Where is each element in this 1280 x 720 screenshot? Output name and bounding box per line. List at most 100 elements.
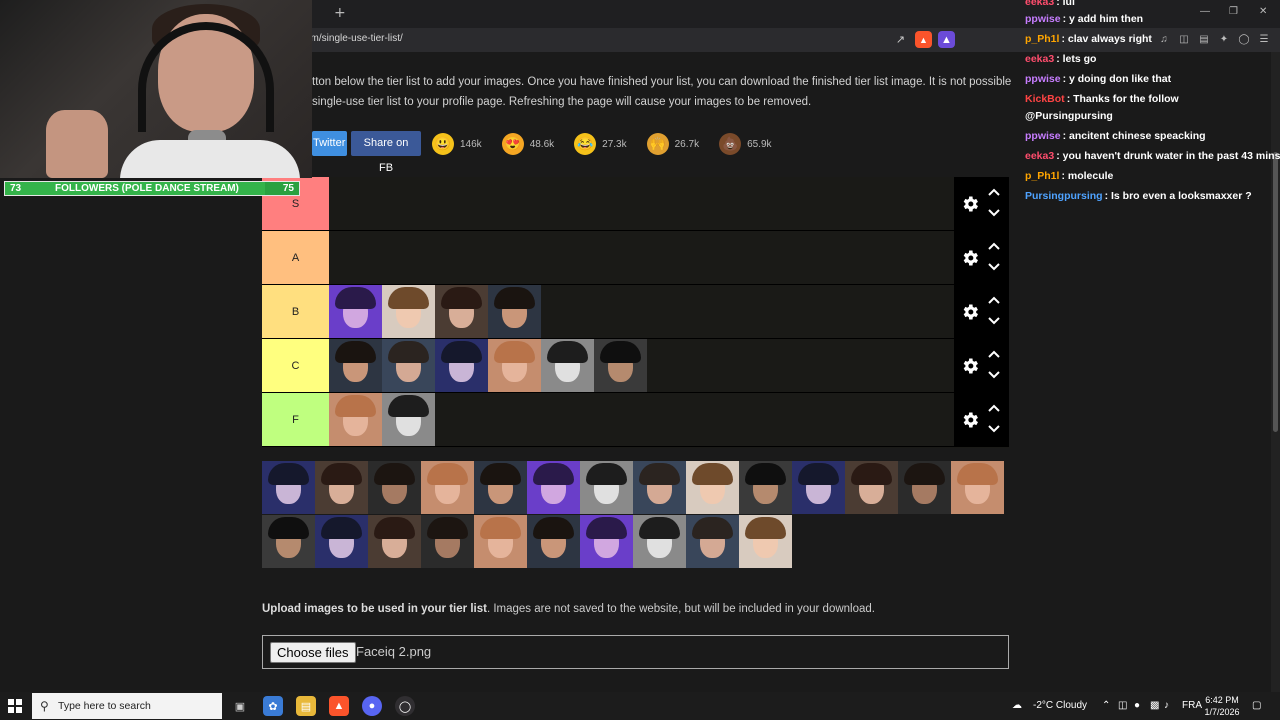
taskbar-clock[interactable]: 6:42 PM 1/7/2026 (1200, 694, 1244, 718)
tier-label[interactable]: C (262, 339, 329, 392)
tier-image[interactable] (527, 515, 580, 568)
gear-icon[interactable] (960, 410, 980, 430)
gear-icon[interactable] (960, 194, 980, 214)
tier-label[interactable]: F (262, 393, 329, 446)
chevron-down-icon[interactable] (987, 370, 1001, 380)
tier-image[interactable] (262, 515, 315, 568)
tier-image[interactable] (474, 461, 527, 514)
tier-image[interactable] (845, 461, 898, 514)
new-tab-button[interactable]: + (334, 5, 346, 21)
task-view-icon[interactable]: ▣ (230, 696, 250, 716)
chat-text: : you haven't drunk water in the past 43… (1056, 150, 1280, 162)
tier-image[interactable] (527, 461, 580, 514)
file-upload-field[interactable]: Choose files Faceiq 2.png (262, 635, 1009, 669)
network-icon[interactable]: ◫ (1118, 700, 1127, 711)
wifi-icon[interactable]: ▩ (1150, 700, 1159, 711)
tier-image[interactable] (686, 515, 739, 568)
tier-image[interactable] (435, 285, 488, 338)
tier-image[interactable] (898, 461, 951, 514)
webcam-person-shirt (120, 140, 300, 178)
chat-text: : Thanks for the follow (1066, 93, 1179, 105)
weather-icon[interactable]: ☁ (1012, 700, 1022, 711)
windows-start-icon[interactable] (8, 699, 22, 713)
gear-icon[interactable] (960, 248, 980, 268)
tier-image[interactable] (382, 339, 435, 392)
reaction-button[interactable]: 🙌 26.7k (646, 133, 699, 155)
weather-text[interactable]: -2°C Cloudy (1033, 700, 1087, 711)
chevron-down-icon[interactable] (987, 208, 1001, 218)
tier-image[interactable] (633, 515, 686, 568)
mic-tray-icon[interactable]: ● (1134, 700, 1140, 711)
tier-image[interactable] (739, 515, 792, 568)
brave-browser-icon[interactable]: ▲ (329, 696, 349, 716)
choose-files-button[interactable]: Choose files (270, 642, 356, 663)
chevron-up-icon[interactable] (987, 187, 1001, 197)
chevron-down-icon[interactable] (987, 262, 1001, 272)
volume-icon[interactable]: ♪ (1164, 700, 1169, 711)
tier-image[interactable] (488, 285, 541, 338)
chat-text: : y doing don like that (1062, 73, 1172, 85)
address-bar-icons: ↗ ▲ ▲ (892, 31, 955, 48)
tier-image[interactable] (421, 461, 474, 514)
taskbar-search[interactable]: ⚲ Type here to search (32, 693, 222, 719)
tier-image[interactable] (435, 339, 488, 392)
brave-shield-icon[interactable]: ▲ (915, 31, 932, 48)
tier-image[interactable] (739, 461, 792, 514)
tier-image[interactable] (488, 339, 541, 392)
share-twitter-button[interactable]: Twitter (312, 131, 347, 156)
tray-expand-icon[interactable]: ⌃ (1102, 700, 1110, 711)
reaction-button[interactable]: 😍 48.6k (501, 133, 554, 155)
reaction-button[interactable]: 💩 65.9k (719, 133, 772, 155)
chevron-down-icon[interactable] (987, 316, 1001, 326)
share-icon[interactable]: ↗ (892, 31, 909, 48)
tier-image[interactable] (421, 515, 474, 568)
tier-image[interactable] (580, 515, 633, 568)
chevron-up-icon[interactable] (987, 295, 1001, 305)
tier-image[interactable] (580, 461, 633, 514)
tier-image[interactable] (594, 339, 647, 392)
gear-icon[interactable] (960, 356, 980, 376)
tier-image[interactable] (382, 393, 435, 446)
url-text[interactable]: om/single-use-tier-list/ (305, 33, 403, 44)
chat-text: : y add him then (1062, 13, 1144, 25)
chat-text: : clav always right (1061, 33, 1152, 45)
tier-image[interactable] (633, 461, 686, 514)
chat-text: : lul (1056, 0, 1075, 8)
chat-username: ppwise (1025, 73, 1061, 85)
tier-label[interactable]: B (262, 285, 329, 338)
language-indicator[interactable]: FRA (1182, 700, 1202, 711)
tier-image[interactable] (951, 461, 1004, 514)
chevron-up-icon[interactable] (987, 403, 1001, 413)
tier-image[interactable] (541, 339, 594, 392)
chat-message: eeka3: you haven't drunk water in the pa… (1025, 148, 1280, 164)
reaction-button[interactable]: 😃 146k (432, 133, 482, 155)
share-facebook-button[interactable]: Share on FB (351, 131, 421, 174)
gear-icon[interactable] (960, 302, 980, 322)
chat-username: p_Ph1l (1025, 170, 1060, 182)
chevron-down-icon[interactable] (987, 424, 1001, 434)
tier-image[interactable] (368, 461, 421, 514)
leo-ai-icon[interactable]: ▲ (938, 31, 955, 48)
tier-image[interactable] (315, 461, 368, 514)
tier-image[interactable] (382, 285, 435, 338)
tier-image[interactable] (262, 461, 315, 514)
tier-controls (954, 285, 1009, 338)
tier-image[interactable] (329, 339, 382, 392)
chevron-up-icon[interactable] (987, 349, 1001, 359)
obs-icon[interactable]: ◯ (395, 696, 415, 716)
tier-image[interactable] (686, 461, 739, 514)
tier-image[interactable] (368, 515, 421, 568)
chevron-up-icon[interactable] (987, 241, 1001, 251)
tier-image[interactable] (792, 461, 845, 514)
tier-image[interactable] (315, 515, 368, 568)
copilot-icon[interactable]: ✿ (263, 696, 283, 716)
tier-image[interactable] (474, 515, 527, 568)
reaction-button[interactable]: 😂 27.3k (574, 133, 627, 155)
notifications-icon[interactable]: ▢ (1252, 700, 1261, 711)
discord-icon[interactable]: ● (362, 696, 382, 716)
tier-image[interactable] (329, 393, 382, 446)
tier-label[interactable]: A (262, 231, 329, 284)
tier-image[interactable] (329, 285, 382, 338)
file-explorer-icon[interactable]: ▤ (296, 696, 316, 716)
reaction-count: 146k (460, 138, 482, 150)
